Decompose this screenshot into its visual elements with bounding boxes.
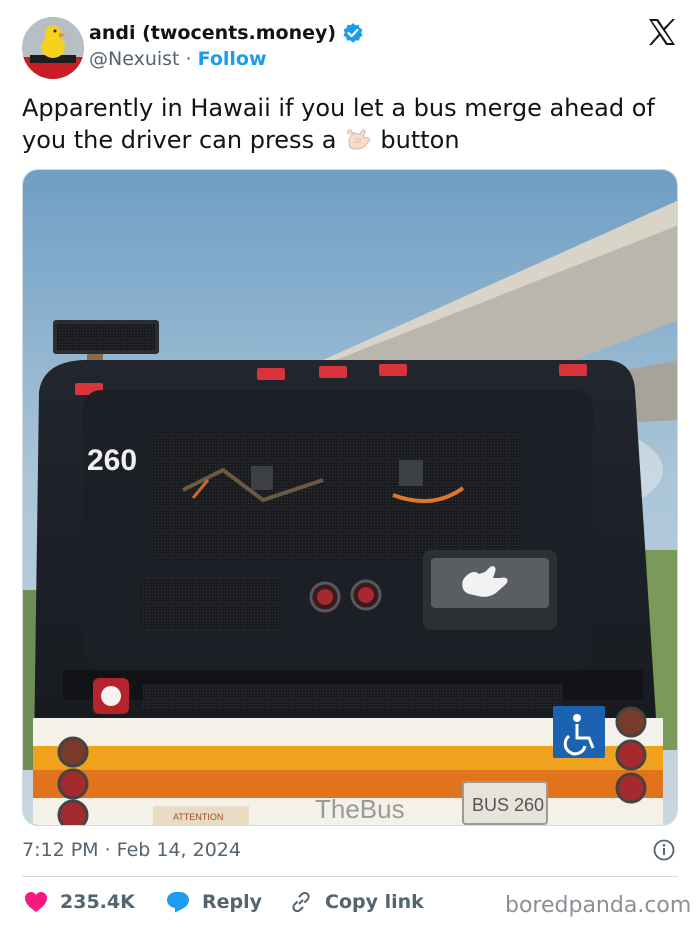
bus-number-text: 260	[87, 444, 137, 477]
verified-badge-icon	[343, 23, 363, 43]
like-count: 235.4K	[60, 891, 135, 913]
tweet-text-before: Apparently in Hawaii if you let a bus me…	[22, 94, 655, 154]
link-icon	[292, 891, 310, 913]
copy-link-button[interactable]: Copy link	[289, 889, 424, 915]
attention-sticker-text: ATTENTION	[173, 812, 223, 822]
tweet-text: Apparently in Hawaii if you let a bus me…	[22, 92, 682, 156]
timestamp[interactable]: 7:12 PM · Feb 14, 2024	[22, 839, 241, 861]
footer-divider	[22, 876, 678, 877]
x-logo-icon[interactable]	[647, 18, 677, 46]
separator-dot: ·	[185, 48, 192, 70]
bus-brand-text: TheBus	[315, 794, 405, 824]
reply-bubble-icon	[167, 892, 189, 913]
shaka-hand-emoji	[347, 129, 371, 150]
copy-link-label: Copy link	[325, 891, 424, 913]
tweet-text-after: button	[380, 126, 460, 154]
handle-line: @Nexuist · Follow	[89, 48, 267, 70]
reply-label: Reply	[202, 891, 263, 913]
like-button[interactable]: 235.4K	[24, 889, 135, 915]
heart-icon	[25, 892, 47, 912]
author-display-name[interactable]: andi (twocents.money)	[89, 22, 336, 44]
author-handle[interactable]: @Nexuist	[89, 48, 179, 70]
avatar[interactable]	[22, 17, 84, 79]
reply-button[interactable]: Reply	[166, 889, 262, 915]
license-plate-text: BUS 260	[472, 795, 544, 815]
follow-button[interactable]: Follow	[198, 48, 267, 70]
boredpanda-watermark: boredpanda.com	[505, 893, 692, 918]
info-icon[interactable]	[652, 838, 676, 862]
tweet-photo[interactable]: 260 ATTENTION TheBus BUS 260	[22, 169, 678, 826]
